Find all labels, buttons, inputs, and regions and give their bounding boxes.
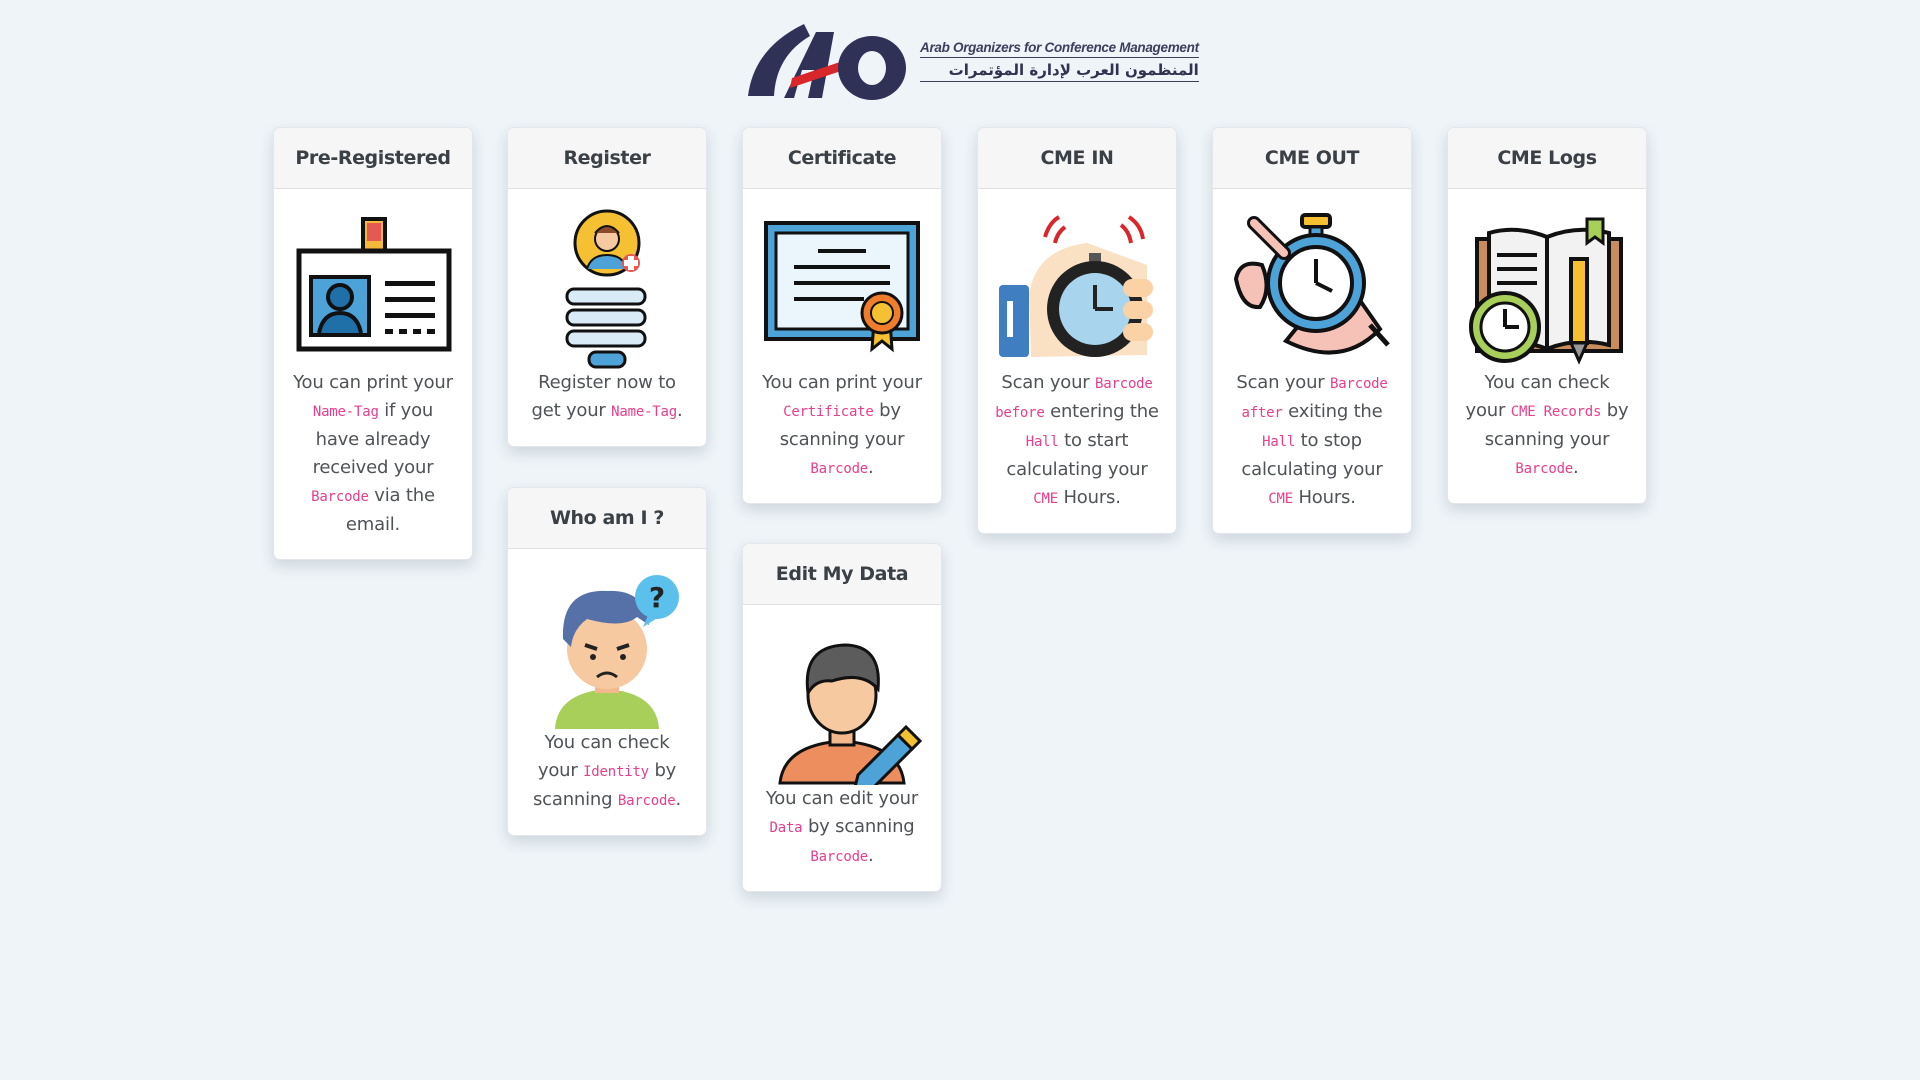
code-after: after [1241,405,1283,421]
code-name-tag: Name-Tag [611,404,677,420]
card-description: You can print your Name-Tag if you have … [293,372,453,535]
card-title: Register [508,128,706,189]
card-description: You can edit your Data by scanning Barco… [765,788,919,866]
card-description: Scan your Barcode after exiting the Hall… [1236,372,1388,508]
code-data: Data [769,820,803,836]
code-barcode: Barcode [1515,461,1574,477]
confused-person-icon: ? [555,575,679,729]
code-cme-records: CME Records [1510,404,1602,420]
code-name-tag: Name-Tag [312,404,379,420]
card-title: CME Logs [1448,128,1646,189]
organizer-logo: Arab Organizers for Conference Managemen… [744,18,1199,104]
card-cme-logs[interactable]: CME Logs You can check your CME Records … [1447,127,1647,504]
ao-logo-icon [748,24,906,100]
code-barcode: Barcode [617,793,676,809]
svg-text:?: ? [649,581,665,614]
user-register-form-icon [565,209,647,369]
code-hall: Hall [1262,434,1296,450]
card-who-am-i[interactable]: Who am I ? ? You can check your Identity… [507,487,707,836]
card-description: Register now to get your Name-Tag. [531,372,683,421]
card-certificate[interactable]: Certificate You can print your Certifica… [742,127,942,504]
card-cme-out[interactable]: CME OUT Scan your Barcode after exiting … [1212,127,1412,534]
card-description: Scan your Barcode before entering the Ha… [995,372,1159,508]
stopwatch-start-icon [999,215,1153,357]
card-title: CME IN [978,128,1176,189]
card-title: CME OUT [1213,128,1411,189]
card-edit-my-data[interactable]: Edit My Data You can edit your Data by s… [742,543,942,892]
code-identity: Identity [583,764,649,780]
certificate-icon [764,221,920,353]
code-certificate: Certificate [783,404,874,420]
logo-arabic-name: المنظمون العرب لإدارة المؤتمرات [920,58,1199,82]
edit-user-icon [778,643,922,785]
code-barcode: Barcode [1330,376,1388,392]
code-hall: Hall [1025,434,1059,450]
card-title: Certificate [743,128,941,189]
card-description: You can check your Identity by scanning … [532,732,682,810]
logo-english-name: Arab Organizers for Conference Managemen… [920,40,1199,58]
code-barcode: Barcode [1095,376,1153,392]
code-barcode: Barcode [810,849,869,865]
code-before: before [995,405,1045,421]
card-cme-in[interactable]: CME IN Scan your Barcode before entering… [977,127,1177,534]
card-pre-registered[interactable]: Pre-Registered You can print your Name-T… [273,127,473,560]
card-title: Edit My Data [743,544,941,605]
code-barcode: Barcode [311,489,369,505]
code-cme: CME [1033,491,1058,507]
logbook-clock-icon [1469,217,1623,365]
code-barcode: Barcode [810,461,869,477]
stopwatch-stop-icon [1233,213,1390,355]
card-title: Pre-Registered [274,128,472,189]
card-description: You can check your CME Records by scanni… [1465,372,1629,478]
card-description: You can print your Certificate by scanni… [762,372,922,478]
code-cme: CME [1268,491,1293,507]
card-title: Who am I ? [508,488,706,549]
id-card-icon [296,217,452,352]
card-register[interactable]: Register Register now to get your Name-T… [507,127,707,447]
